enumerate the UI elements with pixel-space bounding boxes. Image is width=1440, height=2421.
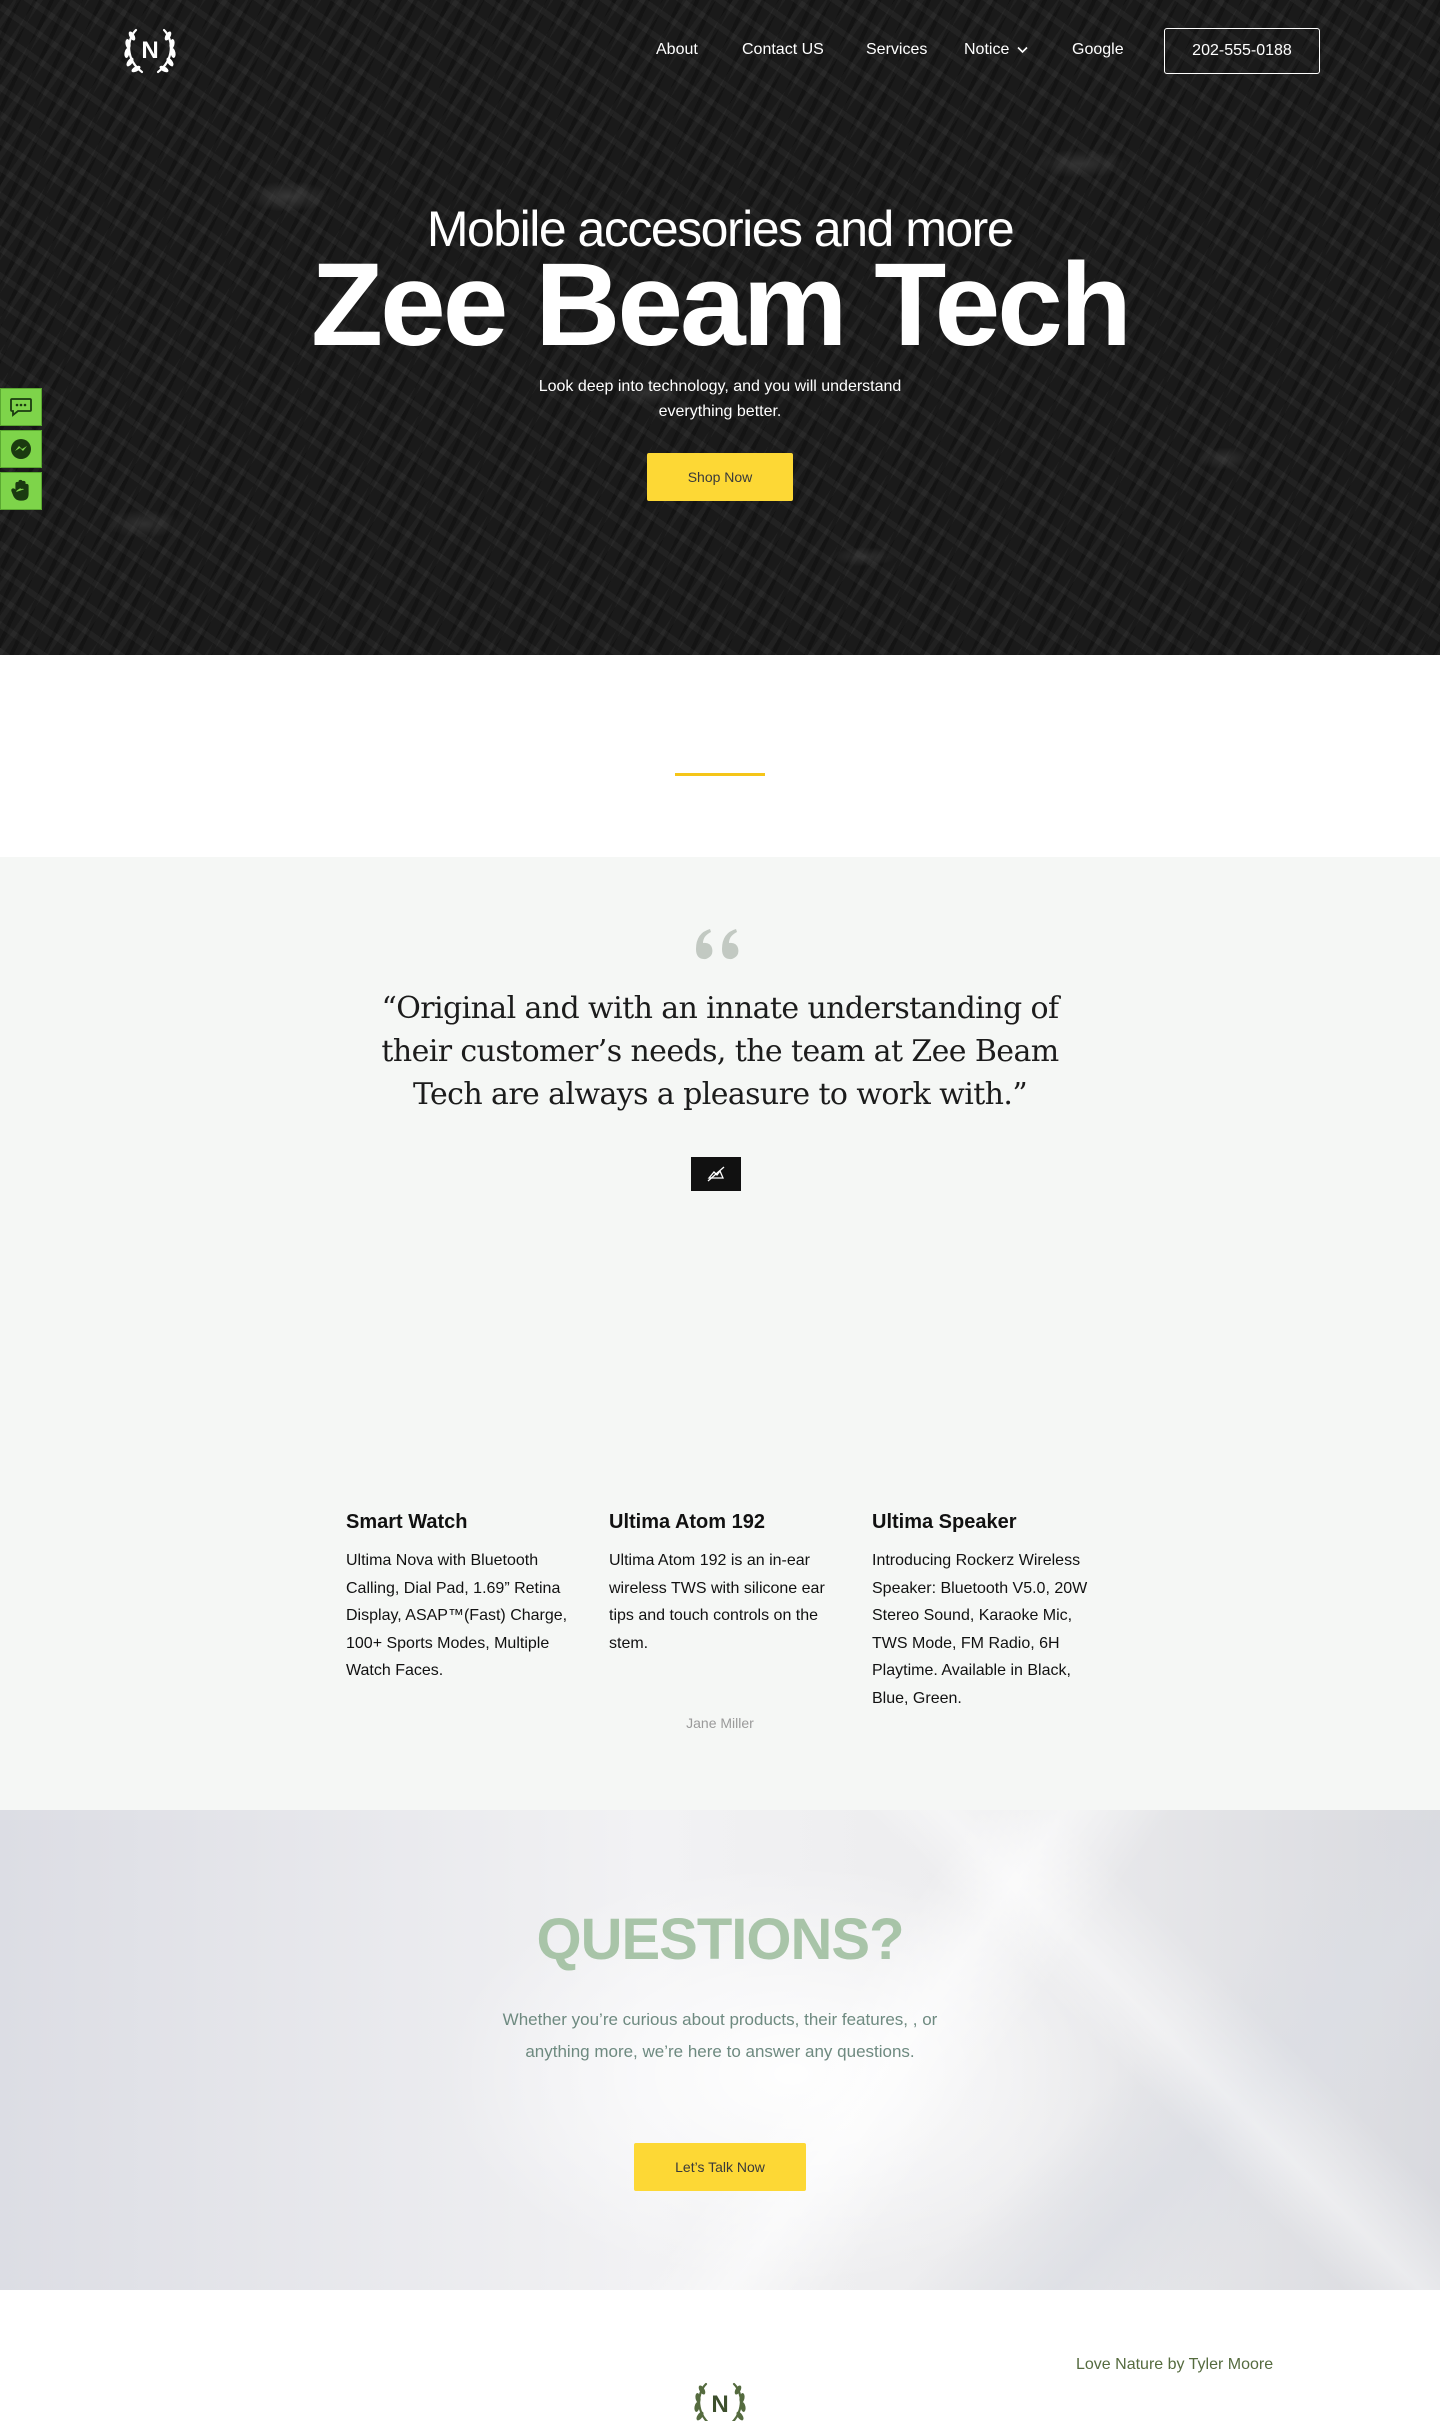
product-description: Ultima Nova with Bluetooth Calling, Dial… [346, 1552, 568, 1679]
testimonial-author: Jane Miller [686, 1715, 754, 1731]
product-card-ultima-speaker: Ultima Speaker Introducing Rockerz Wirel… [872, 1509, 1097, 1712]
questions-description: Whether you’re curious about products, t… [502, 2010, 938, 2061]
chevron-down-icon [1017, 46, 1028, 53]
nav-notice-dropdown[interactable]: Notice [964, 38, 1028, 62]
nav-google-link[interactable]: Google [1072, 38, 1124, 62]
phone-button[interactable]: 202-555-0188 [1164, 28, 1320, 74]
product-title: Ultima Atom 192 [609, 1511, 765, 1533]
lets-talk-button[interactable]: Let’s Talk Now [634, 2143, 806, 2191]
broken-image-icon [707, 1166, 725, 1182]
testimonial-section: “Original and with an innate understandi… [0, 857, 1440, 1810]
product-card-ultima-atom: Ultima Atom 192 Ultima Atom 192 is an in… [609, 1509, 834, 1657]
questions-title: QUESTIONS? [536, 1907, 904, 1972]
nav-notice-label: Notice [964, 41, 1010, 58]
nav-services-link[interactable]: Services [866, 38, 927, 62]
shop-now-button[interactable]: Shop Now [647, 453, 793, 501]
messenger-icon [11, 439, 31, 459]
hero-description: Look deep into technology, and you will … [538, 378, 902, 420]
hero-title: Zee Beam Tech [311, 239, 1132, 371]
footer-logo[interactable]: N [688, 2376, 752, 2421]
messenger-side-button[interactable] [0, 430, 42, 468]
product-title: Smart Watch [346, 1511, 468, 1533]
section-divider [675, 773, 765, 776]
footer-credit[interactable]: Love Nature by Tyler Moore [1076, 2356, 1273, 2374]
svg-text:N: N [711, 2391, 728, 2418]
hand-side-button[interactable] [0, 472, 42, 510]
product-description: Ultima Atom 192 is an in-ear wireless TW… [609, 1552, 825, 1652]
nav-contact-link[interactable]: Contact US [742, 38, 824, 62]
quote-icon [696, 929, 739, 960]
product-description: Introducing Rockerz Wireless Speaker: Bl… [872, 1552, 1088, 1707]
product-card-smart-watch: Smart Watch Ultima Nova with Bluetooth C… [346, 1509, 571, 1685]
chat-side-button[interactable] [0, 388, 42, 426]
hand-icon [11, 479, 29, 501]
avatar [691, 1157, 741, 1191]
questions-section: QUESTIONS? Whether you’re curious about … [0, 1810, 1440, 2290]
laurel-wreath-icon: N [694, 2382, 746, 2421]
hero-section: N About Contact US Services Notice Googl… [0, 0, 1440, 655]
testimonial-quote: “Original and with an innate understandi… [381, 991, 1059, 1112]
product-title: Ultima Speaker [872, 1511, 1017, 1533]
nav-about-link[interactable]: About [656, 38, 698, 62]
chat-bubble-icon [10, 398, 32, 417]
